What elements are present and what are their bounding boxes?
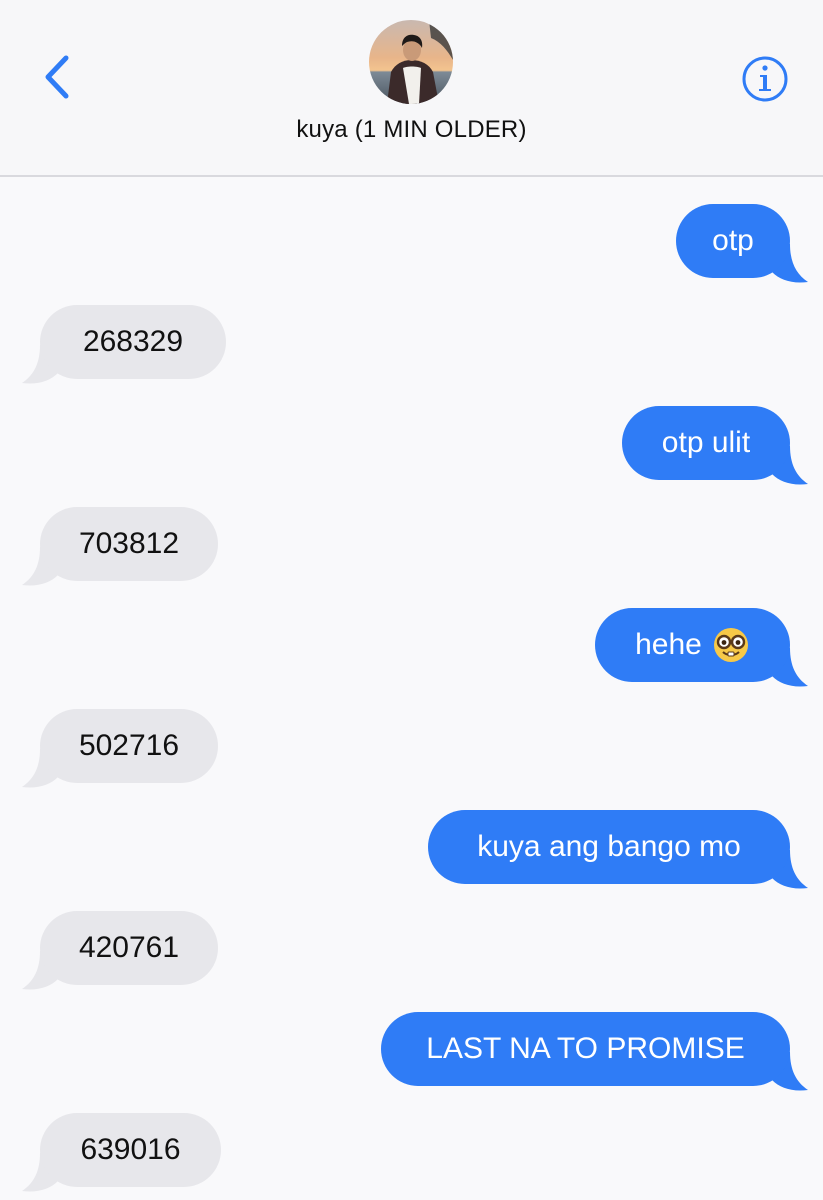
nerd-face-emoji-icon bbox=[713, 628, 748, 662]
avatar[interactable] bbox=[369, 20, 453, 104]
message-received: 703812 bbox=[22, 507, 218, 586]
info-button[interactable] bbox=[740, 54, 790, 104]
contact-photo bbox=[369, 20, 453, 104]
message-bubble[interactable]: hehe bbox=[595, 608, 790, 682]
message-sent: kuya ang bango mo bbox=[428, 810, 808, 889]
message-sent: otp bbox=[676, 204, 808, 283]
contact-name[interactable]: kuya (1 MIN OLDER) bbox=[0, 116, 823, 144]
message-bubble[interactable]: 502716 bbox=[40, 709, 218, 783]
info-circle-icon bbox=[742, 56, 788, 102]
message-received: 502716 bbox=[22, 709, 218, 788]
message-bubble[interactable]: 268329 bbox=[40, 305, 226, 379]
conversation-header: kuya (1 MIN OLDER) bbox=[0, 0, 823, 177]
message-bubble[interactable]: 639016 bbox=[40, 1113, 221, 1187]
message-thread[interactable]: otp 268329 otp ulit 703812 hehe 502716 k… bbox=[0, 177, 823, 1200]
message-text: hehe bbox=[635, 628, 702, 661]
message-bubble[interactable]: LAST NA TO PROMISE bbox=[381, 1012, 790, 1086]
message-bubble[interactable]: otp bbox=[676, 204, 790, 278]
message-bubble[interactable]: otp ulit bbox=[622, 406, 790, 480]
chevron-left-icon bbox=[45, 55, 69, 99]
back-button[interactable] bbox=[38, 52, 78, 102]
message-bubble[interactable]: kuya ang bango mo bbox=[428, 810, 790, 884]
message-bubble[interactable]: 703812 bbox=[40, 507, 218, 581]
message-received: 420761 bbox=[22, 911, 218, 990]
message-sent: hehe bbox=[595, 608, 808, 687]
message-bubble[interactable]: 420761 bbox=[40, 911, 218, 985]
message-received: 268329 bbox=[22, 305, 226, 384]
message-received: 639016 bbox=[22, 1113, 221, 1192]
message-sent: otp ulit bbox=[622, 406, 808, 485]
message-sent: LAST NA TO PROMISE bbox=[381, 1012, 808, 1091]
